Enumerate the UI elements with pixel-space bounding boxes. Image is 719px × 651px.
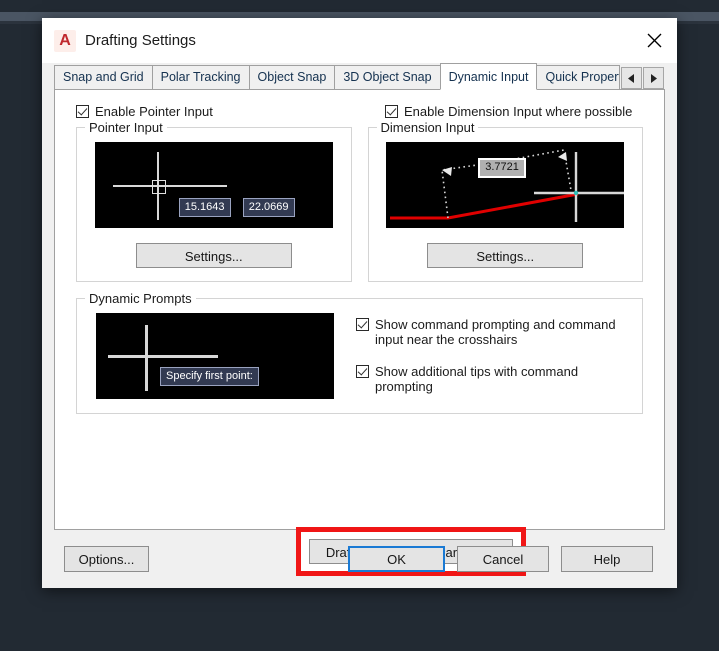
enable-pointer-input-wrap: Enable Pointer Input — [55, 104, 376, 119]
dimension-input-group: Dimension Input 3.7721 Settings... — [367, 120, 643, 282]
tab-dynamic-input[interactable]: Dynamic Input — [439, 63, 538, 90]
dimension-input-settings-button[interactable]: Settings... — [427, 243, 584, 268]
options-button[interactable]: Options... — [64, 546, 149, 572]
checkbox-box-icon — [385, 105, 398, 118]
enable-pointer-input-label: Enable Pointer Input — [95, 104, 213, 119]
checkbox-box-icon — [356, 318, 369, 331]
pointer-tooltip-x: 15.1643 — [178, 198, 231, 217]
crosshair-horizontal — [108, 355, 218, 358]
autocad-logo-icon: A — [54, 29, 76, 52]
enable-dimension-input-label: Enable Dimension Input where possible — [404, 104, 633, 119]
show-command-prompting-checkbox[interactable]: Show command prompting and command input… — [356, 317, 632, 347]
tab-scroll-right-icon[interactable] — [643, 67, 665, 89]
chevron-left-icon — [628, 73, 635, 83]
tab-3d-object-snap[interactable]: 3D Object Snap — [334, 65, 441, 89]
window-title: Drafting Settings — [85, 32, 196, 49]
tab-snap-and-grid[interactable]: Snap and Grid — [54, 65, 153, 89]
checkbox-box-icon — [76, 105, 89, 118]
pointer-input-group: Pointer Input 15.1643 22.0669 Settings..… — [76, 120, 352, 282]
crosshair-horizontal — [112, 185, 227, 187]
close-icon[interactable] — [631, 18, 677, 63]
dimension-input-preview: 3.7721 — [386, 142, 625, 228]
dimension-input-group-title: Dimension Input — [376, 120, 479, 135]
chevron-right-icon — [651, 73, 658, 83]
show-command-prompting-label: Show command prompting and command input… — [375, 317, 616, 347]
input-groups-row: Pointer Input 15.1643 22.0669 Settings..… — [76, 120, 643, 282]
crosshair-pickbox — [151, 180, 166, 194]
tab-quick-properties[interactable]: Quick Propert — [536, 65, 621, 89]
dynamic-prompts-options: Show command prompting and command input… — [334, 313, 642, 399]
dynamic-prompts-preview-wrap: Specify first point: — [77, 313, 334, 399]
dynamic-prompts-group: Dynamic Prompts Specify first point: Sho… — [76, 291, 643, 414]
ok-button[interactable]: OK — [348, 546, 445, 572]
crosshair-vertical — [145, 325, 148, 391]
tab-polar-tracking[interactable]: Polar Tracking — [151, 65, 250, 89]
checkbox-box-icon — [356, 365, 369, 378]
dialog-footer: Options... OK Cancel Help — [42, 530, 677, 588]
tab-scroll-buttons — [620, 67, 665, 89]
enable-dimension-input-wrap: Enable Dimension Input where possible — [376, 104, 632, 119]
drafting-settings-dialog: A Drafting Settings Snap and Grid Polar … — [42, 18, 677, 588]
close-icon-glyph — [647, 33, 661, 48]
title-bar: A Drafting Settings — [42, 18, 677, 63]
dimension-tooltip-value: 3.7721 — [478, 158, 526, 178]
dynamic-input-panel: Enable Pointer Input Enable Dimension In… — [54, 89, 665, 576]
show-additional-tips-checkbox[interactable]: Show additional tips with command prompt… — [356, 364, 632, 394]
pointer-input-group-title: Pointer Input — [85, 120, 167, 135]
enable-pointer-input-checkbox[interactable]: Enable Pointer Input — [76, 104, 376, 119]
pointer-input-settings-button[interactable]: Settings... — [135, 243, 292, 268]
tab-scroll-left-icon[interactable] — [621, 67, 643, 89]
show-additional-tips-label: Show additional tips with command prompt… — [375, 364, 579, 394]
help-button[interactable]: Help — [561, 546, 653, 572]
dynamic-prompts-preview: Specify first point: — [96, 313, 334, 399]
pointer-input-preview: 15.1643 22.0669 — [94, 142, 333, 228]
tab-strip: Snap and Grid Polar Tracking Object Snap… — [54, 63, 665, 90]
dimension-preview-graphic — [390, 149, 625, 222]
cancel-button[interactable]: Cancel — [457, 546, 549, 572]
pointer-tooltip-y: 22.0669 — [242, 198, 295, 217]
enable-dimension-input-checkbox[interactable]: Enable Dimension Input where possible — [385, 104, 632, 119]
dynamic-prompts-group-title: Dynamic Prompts — [85, 291, 196, 306]
dynamic-prompt-tooltip: Specify first point: — [160, 367, 259, 386]
tab-object-snap[interactable]: Object Snap — [248, 65, 336, 89]
